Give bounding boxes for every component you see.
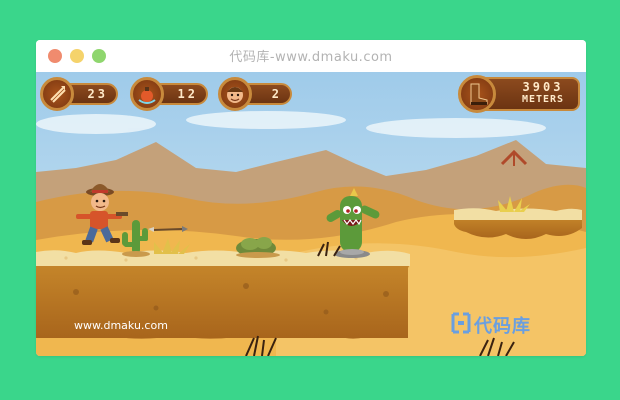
floating-platform <box>454 208 582 239</box>
arrows-icon <box>40 77 74 111</box>
lives-count: 2 <box>271 87 282 101</box>
distance-value: 3903 <box>522 80 564 94</box>
title-bar: 代码库-www.dmaku.com <box>36 40 586 72</box>
distance-unit: METERS <box>521 94 565 105</box>
logo-bracket-icon <box>451 312 471 334</box>
watermark-url: www.dmaku.com <box>74 319 168 332</box>
game-canvas[interactable]: 23 12 2 3903 METERS www.dmaku.com 代码库 <box>36 72 586 356</box>
watermark-logo-text: 代码库 <box>474 316 531 337</box>
arrows-count: 23 <box>87 87 108 101</box>
window-title: 代码库-www.dmaku.com <box>229 50 393 65</box>
player-face-icon <box>218 77 252 111</box>
bomb-icon <box>130 77 164 111</box>
boot-icon <box>458 75 496 113</box>
watermark-logo: 代码库 <box>450 310 580 338</box>
browser-window: 代码库-www.dmaku.com 23 12 2 3903 METERS ww… <box>36 40 586 356</box>
bombs-count: 12 <box>177 87 198 101</box>
